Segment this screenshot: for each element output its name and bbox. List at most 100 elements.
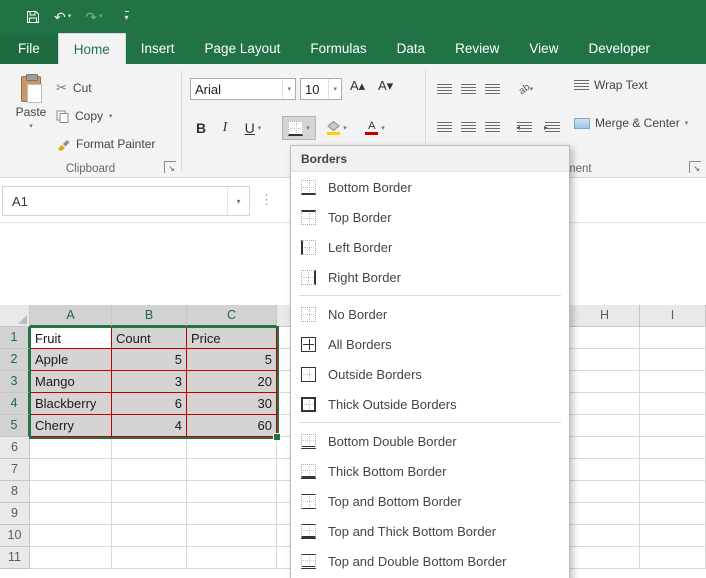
- cell-H6[interactable]: [570, 437, 640, 459]
- underline-button[interactable]: U ▾: [238, 116, 268, 140]
- redo-button[interactable]: ↷ ▾: [85, 10, 102, 24]
- row-header-11[interactable]: 11: [0, 547, 30, 569]
- cell-B6[interactable]: [112, 437, 187, 459]
- cell-A3[interactable]: Mango: [30, 371, 112, 393]
- cell-I10[interactable]: [640, 525, 706, 547]
- cell-A6[interactable]: [30, 437, 112, 459]
- cell-B7[interactable]: [112, 459, 187, 481]
- row-header-9[interactable]: 9: [0, 503, 30, 525]
- merge-and-center-button[interactable]: Merge & Center ▾: [574, 116, 688, 130]
- cell-I11[interactable]: [640, 547, 706, 569]
- menu-item-top-and-thick-bottom-border[interactable]: Top and Thick Bottom Border: [291, 516, 569, 546]
- cell-A11[interactable]: [30, 547, 112, 569]
- wrap-text-button[interactable]: Wrap Text: [574, 78, 648, 92]
- tab-view[interactable]: View: [514, 33, 573, 64]
- cell-A10[interactable]: [30, 525, 112, 547]
- font-color-dropdown-icon[interactable]: ▾: [381, 124, 385, 132]
- undo-dropdown-icon[interactable]: ▾: [68, 10, 72, 24]
- cell-C11[interactable]: [187, 547, 277, 569]
- align-left-button[interactable]: [432, 116, 456, 138]
- paste-button[interactable]: Paste ▾: [8, 74, 54, 154]
- font-color-button[interactable]: A ▾: [358, 116, 392, 140]
- decrease-font-size-button[interactable]: A▾: [378, 78, 393, 100]
- undo-button[interactable]: ↶ ▾: [54, 10, 71, 24]
- menu-item-right-border[interactable]: Right Border: [291, 262, 569, 292]
- name-box-dropdown-icon[interactable]: ▾: [227, 187, 249, 215]
- column-header-H[interactable]: H: [570, 305, 640, 327]
- menu-item-bottom-double-border[interactable]: Bottom Double Border: [291, 426, 569, 456]
- menu-item-thick-outside-borders[interactable]: Thick Outside Borders: [291, 389, 569, 419]
- cell-B10[interactable]: [112, 525, 187, 547]
- cell-B4[interactable]: 6: [112, 393, 187, 415]
- menu-item-no-border[interactable]: No Border: [291, 299, 569, 329]
- paste-dropdown-icon[interactable]: ▾: [29, 122, 33, 130]
- cell-H1[interactable]: [570, 327, 640, 349]
- cell-H7[interactable]: [570, 459, 640, 481]
- cell-C9[interactable]: [187, 503, 277, 525]
- menu-item-top-border[interactable]: Top Border: [291, 202, 569, 232]
- cell-A4[interactable]: Blackberry: [30, 393, 112, 415]
- row-header-1[interactable]: 1: [0, 327, 30, 349]
- clipboard-dialog-launcher-icon[interactable]: ↘: [164, 161, 176, 173]
- cut-button[interactable]: ✂ Cut: [56, 76, 92, 100]
- cell-B3[interactable]: 3: [112, 371, 187, 393]
- borders-button[interactable]: ▾: [282, 116, 316, 140]
- row-header-7[interactable]: 7: [0, 459, 30, 481]
- increase-indent-button[interactable]: ▸: [540, 116, 564, 138]
- menu-item-top-and-bottom-border[interactable]: Top and Bottom Border: [291, 486, 569, 516]
- cell-C6[interactable]: [187, 437, 277, 459]
- tab-home[interactable]: Home: [58, 33, 126, 64]
- row-header-6[interactable]: 6: [0, 437, 30, 459]
- font-name-dropdown-icon[interactable]: ▾: [282, 79, 291, 99]
- cell-B8[interactable]: [112, 481, 187, 503]
- alignment-dialog-launcher-icon[interactable]: ↘: [689, 161, 701, 173]
- menu-item-top-and-double-bottom-border[interactable]: Top and Double Bottom Border: [291, 546, 569, 576]
- cell-I9[interactable]: [640, 503, 706, 525]
- cell-H8[interactable]: [570, 481, 640, 503]
- row-header-3[interactable]: 3: [0, 371, 30, 393]
- format-painter-button[interactable]: Format Painter: [56, 132, 155, 156]
- cell-H2[interactable]: [570, 349, 640, 371]
- cell-I6[interactable]: [640, 437, 706, 459]
- decrease-indent-button[interactable]: ◂: [512, 116, 536, 138]
- underline-dropdown-icon[interactable]: ▾: [258, 124, 262, 132]
- cell-I7[interactable]: [640, 459, 706, 481]
- fill-color-button[interactable]: ▾: [320, 116, 354, 140]
- cell-B11[interactable]: [112, 547, 187, 569]
- cell-C1[interactable]: Price: [187, 327, 277, 349]
- orientation-button[interactable]: ab ▾: [510, 78, 542, 100]
- row-header-2[interactable]: 2: [0, 349, 30, 371]
- column-header-I[interactable]: I: [640, 305, 706, 327]
- align-top-button[interactable]: [432, 78, 456, 100]
- cell-B2[interactable]: 5: [112, 349, 187, 371]
- align-middle-button[interactable]: [456, 78, 480, 100]
- menu-item-bottom-border[interactable]: Bottom Border: [291, 172, 569, 202]
- column-header-A[interactable]: A: [30, 305, 112, 327]
- formula-bar-divider-icon[interactable]: ⋮: [260, 192, 273, 208]
- menu-item-left-border[interactable]: Left Border: [291, 232, 569, 262]
- fill-color-dropdown-icon[interactable]: ▾: [343, 124, 347, 132]
- cell-C4[interactable]: 30: [187, 393, 277, 415]
- cell-I3[interactable]: [640, 371, 706, 393]
- align-right-button[interactable]: [480, 116, 504, 138]
- align-bottom-button[interactable]: [480, 78, 504, 100]
- tab-review[interactable]: Review: [440, 33, 514, 64]
- row-header-8[interactable]: 8: [0, 481, 30, 503]
- cell-C5[interactable]: 60: [187, 415, 277, 437]
- cell-A5[interactable]: Cherry: [30, 415, 112, 437]
- tab-formulas[interactable]: Formulas: [295, 33, 381, 64]
- customize-quick-access-icon[interactable]: ▾: [125, 11, 129, 22]
- cell-C10[interactable]: [187, 525, 277, 547]
- cell-I8[interactable]: [640, 481, 706, 503]
- cell-A9[interactable]: [30, 503, 112, 525]
- copy-dropdown-icon[interactable]: ▾: [109, 112, 113, 120]
- cell-I2[interactable]: [640, 349, 706, 371]
- tab-page-layout[interactable]: Page Layout: [190, 33, 296, 64]
- cell-C7[interactable]: [187, 459, 277, 481]
- cell-A8[interactable]: [30, 481, 112, 503]
- font-size-combo[interactable]: 10 ▾: [300, 78, 342, 100]
- cell-H9[interactable]: [570, 503, 640, 525]
- cell-C2[interactable]: 5: [187, 349, 277, 371]
- cell-C3[interactable]: 20: [187, 371, 277, 393]
- increase-font-size-button[interactable]: A▴: [350, 78, 365, 100]
